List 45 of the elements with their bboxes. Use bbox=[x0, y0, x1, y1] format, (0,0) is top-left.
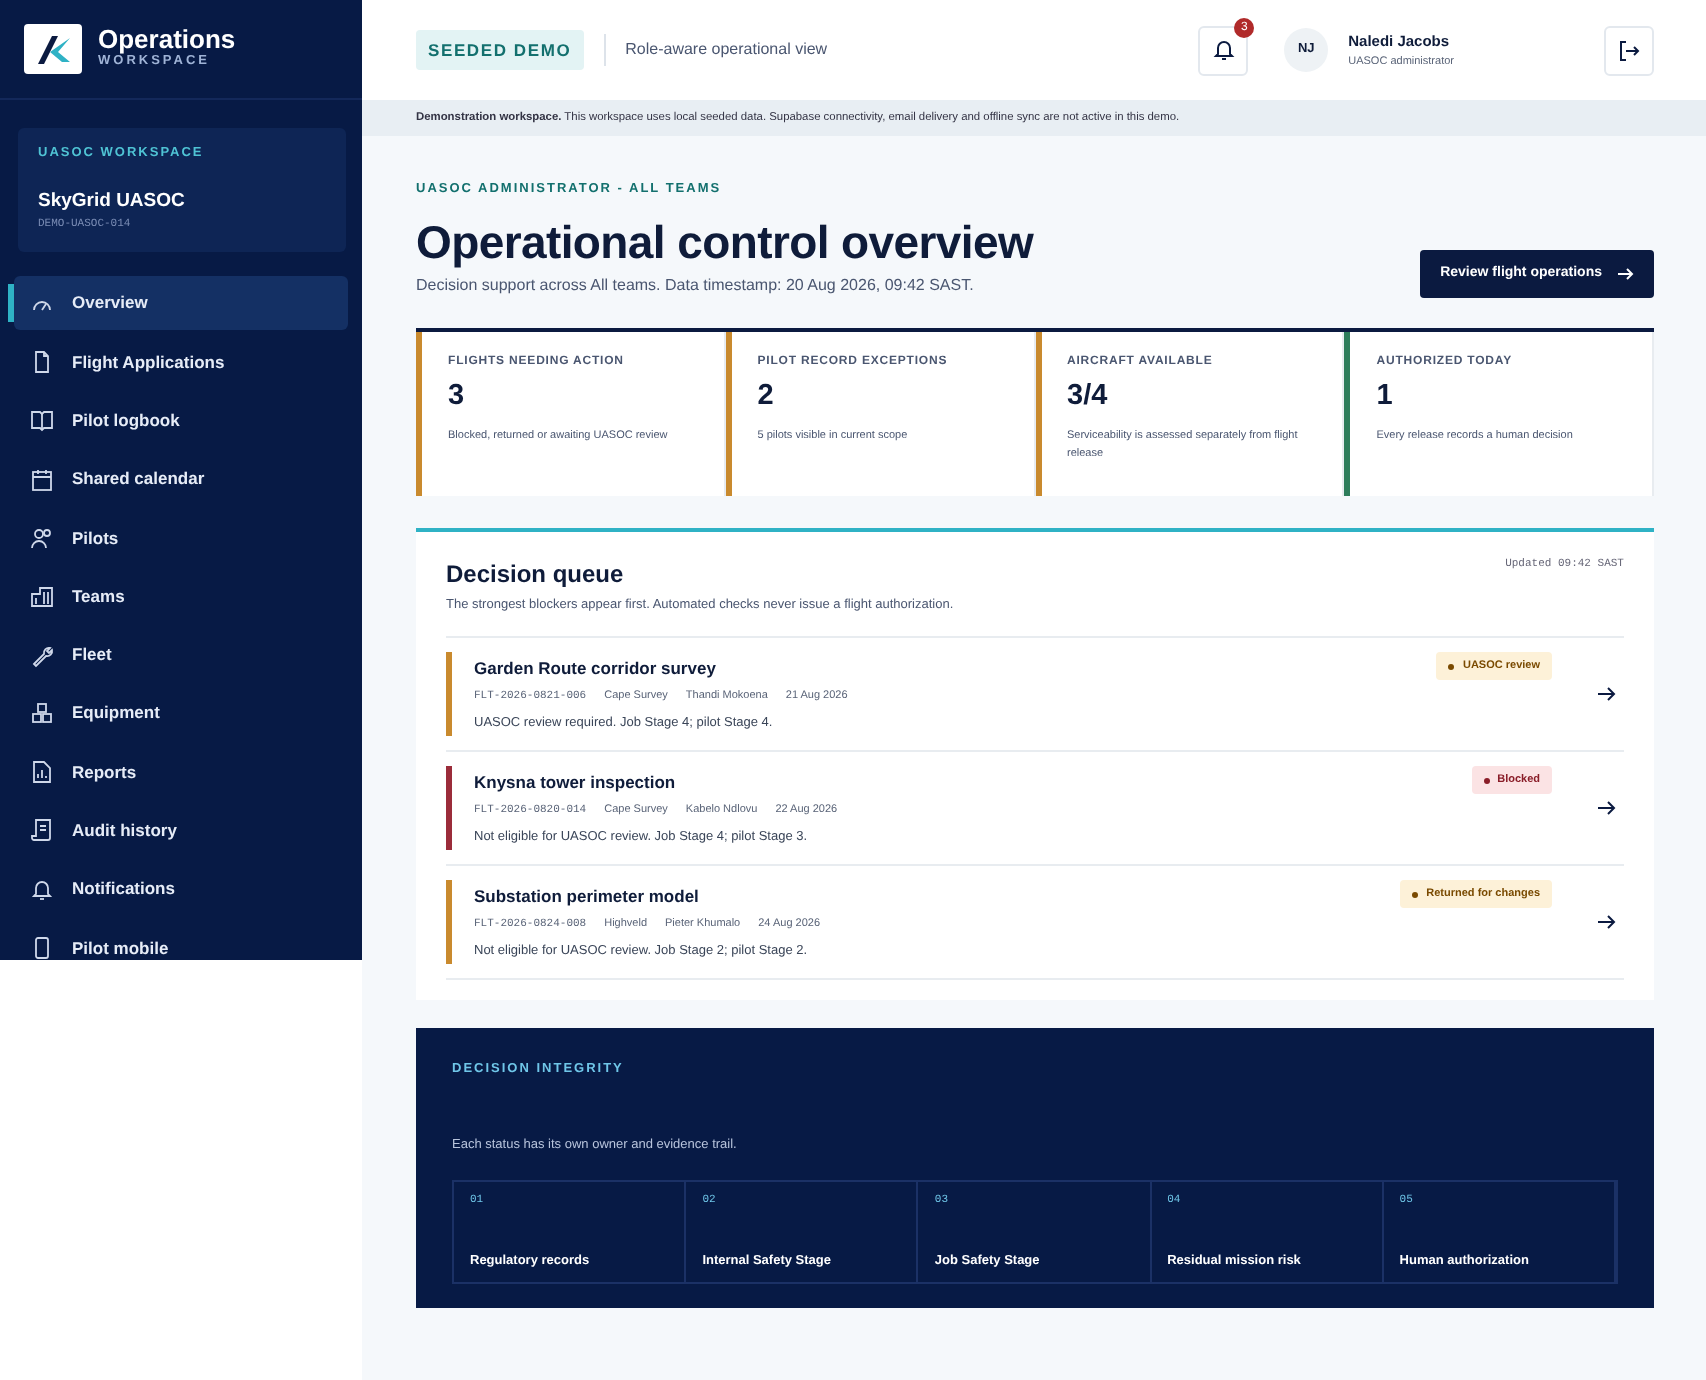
metric-value: 3/4 bbox=[1067, 378, 1110, 417]
report-icon bbox=[30, 760, 54, 785]
nav-item[interactable]: Teams bbox=[14, 569, 348, 624]
nav-item[interactable]: Pilots bbox=[14, 510, 348, 565]
nav-item[interactable]: Reports bbox=[14, 745, 348, 800]
page-subtitle: Decision support across All teams. Data timestamp: 20 Aug 2026, 09:42 SAST. bbox=[416, 274, 976, 299]
document-icon bbox=[30, 350, 54, 375]
arrow-right-icon[interactable] bbox=[1596, 912, 1616, 933]
wrench-icon bbox=[30, 643, 54, 668]
building-icon bbox=[30, 584, 54, 609]
logout-button[interactable] bbox=[1604, 25, 1654, 75]
bell-icon bbox=[30, 877, 54, 902]
phone-icon bbox=[30, 936, 54, 960]
people-icon bbox=[30, 525, 54, 550]
logout-icon bbox=[1618, 39, 1640, 61]
brand-title: Operations bbox=[98, 26, 236, 53]
nav-item[interactable]: Audit history bbox=[14, 803, 348, 858]
arrow-right-icon[interactable] bbox=[1596, 798, 1616, 819]
nav-item[interactable]: Shared calendar bbox=[14, 452, 348, 507]
nav-item[interactable]: Fleet bbox=[14, 628, 348, 683]
metric-value: 2 bbox=[757, 378, 776, 417]
nav-item[interactable]: Pilot mobile bbox=[14, 921, 348, 960]
flight-title: Knysna tower inspection bbox=[474, 769, 678, 795]
flight-title: Substation perimeter model bbox=[474, 883, 701, 909]
nav-item[interactable]: Overview bbox=[14, 276, 348, 331]
header-subtitle: Role-aware operational view bbox=[625, 38, 828, 62]
demo-badge: SEEDED DEMO bbox=[416, 29, 584, 71]
scroll-icon bbox=[30, 818, 54, 843]
nav-item[interactable]: Flight Applications bbox=[14, 335, 348, 390]
boxes-icon bbox=[30, 701, 54, 726]
arrow-right-icon bbox=[1618, 266, 1634, 283]
queue-title: Decision queue bbox=[446, 558, 624, 593]
nav-item[interactable]: Pilot logbook bbox=[14, 393, 348, 448]
flight-title: Garden Route corridor survey bbox=[474, 655, 718, 681]
calendar-icon bbox=[30, 467, 54, 492]
metric-value: 3 bbox=[448, 378, 467, 417]
logo-icon bbox=[24, 24, 82, 74]
bell-icon bbox=[1211, 38, 1236, 62]
book-icon bbox=[30, 408, 54, 433]
page-title: Operational control overview bbox=[416, 215, 1034, 271]
workspace-name: SkyGrid UASOC bbox=[38, 187, 187, 216]
nav-item[interactable]: Notifications bbox=[14, 862, 348, 917]
metric-value: 1 bbox=[1376, 378, 1395, 417]
arrow-right-icon[interactable] bbox=[1596, 684, 1616, 705]
nav-item[interactable]: Equipment bbox=[14, 686, 348, 741]
